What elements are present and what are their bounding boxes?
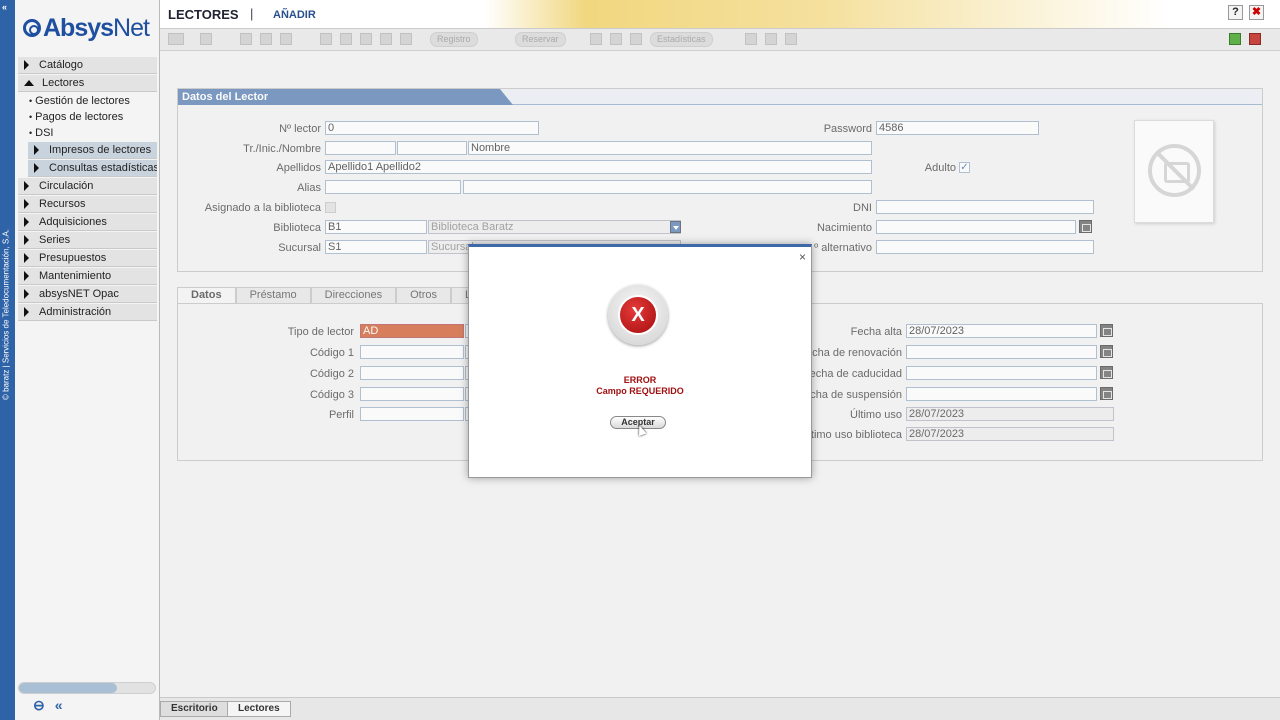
status-tab-lectores[interactable]: Lectores <box>227 701 291 717</box>
error-dialog: × X ERROR Campo REQUERIDO Aceptar <box>468 244 812 478</box>
expand-arrow-icon <box>24 181 29 191</box>
expand-arrow-icon <box>24 199 29 209</box>
status-bar: Escritorio Lectores <box>160 697 1280 720</box>
sidebar-item-administracion[interactable]: Administración <box>18 304 157 321</box>
cancel-icon[interactable] <box>1249 33 1261 45</box>
error-detail: Campo REQUERIDO <box>596 386 684 396</box>
expand-arrow-icon <box>24 271 29 281</box>
sidebar-item-label: Impresos de lectores <box>49 144 152 156</box>
action-title: AÑADIR <box>273 9 316 21</box>
sidebar-item-circulacion[interactable]: Circulación <box>18 178 157 195</box>
sidebar-item-series[interactable]: Series <box>18 232 157 249</box>
toolbar-icon[interactable] <box>240 33 252 45</box>
toolbar-icon[interactable] <box>590 33 602 45</box>
sidebar-item-label: Series <box>39 234 71 246</box>
sidebar-item-catalogo[interactable]: Catálogo <box>18 57 157 74</box>
sidebar-item-consultas[interactable]: Consultas estadísticas de lectores <box>28 160 157 177</box>
sidebar-item-label: Mantenimiento <box>39 270 112 282</box>
toolbar-icon[interactable] <box>610 33 622 45</box>
sidebar-item-presupuestos[interactable]: Presupuestos <box>18 250 157 267</box>
prev-record-icon[interactable] <box>340 33 352 45</box>
sidebar: AbsysNet Catálogo Lectores • Gestión de l… <box>15 0 160 720</box>
last-record-icon[interactable] <box>380 33 392 45</box>
collapse-arrow-icon[interactable]: « <box>2 2 7 12</box>
expand-arrow-icon <box>24 289 29 299</box>
first-record-icon[interactable] <box>320 33 332 45</box>
sidebar-scroll-thumb[interactable] <box>19 683 117 693</box>
toolbar-icon[interactable] <box>260 33 272 45</box>
expand-arrow-icon <box>24 60 29 70</box>
logo-prefix: Absys <box>43 13 114 42</box>
sidebar-item-label: Presupuestos <box>39 252 107 264</box>
expand-arrow-icon <box>34 145 39 155</box>
vertical-credit: © baratz | Servicios de Teledocumentació… <box>1 228 11 401</box>
sidebar-item-label: Adquisiciones <box>39 216 107 228</box>
dialog-close-icon[interactable]: × <box>799 250 806 264</box>
reservar-button[interactable]: Reservar <box>515 32 566 47</box>
sidebar-item-mantenimiento[interactable]: Mantenimiento <box>18 268 157 285</box>
error-title: ERROR <box>623 375 657 385</box>
accept-check-icon[interactable] <box>1229 33 1241 45</box>
sidebar-item-label: Consultas estadísticas de lectores <box>49 162 157 174</box>
sidebar-item-impresos[interactable]: Impresos de lectores <box>28 142 157 159</box>
module-title: LECTORES <box>168 7 239 22</box>
error-message: ERROR Campo REQUERIDO <box>469 375 811 397</box>
estadisticas-button[interactable]: Estadísticas <box>650 32 713 47</box>
error-icon: X <box>608 285 668 345</box>
error-x-glyph: X <box>618 295 658 335</box>
expand-arrow-icon <box>24 253 29 263</box>
sidebar-item-label: absysNET Opac <box>39 288 119 300</box>
expand-arrow-icon <box>24 235 29 245</box>
help-button[interactable]: ? <box>1228 5 1243 20</box>
logo-swirl-icon <box>23 19 41 37</box>
hide-sidebar-icon[interactable]: « <box>55 697 63 714</box>
sidebar-item-adquisiciones[interactable]: Adquisiciones <box>18 214 157 231</box>
toolbar-icon[interactable] <box>765 33 777 45</box>
toolbar-icon[interactable] <box>280 33 292 45</box>
sidebar-subitem-pagos[interactable]: • Pagos de lectores <box>15 109 159 125</box>
sidebar-subitem-label: Gestión de lectores <box>35 95 130 107</box>
toolbar-icon[interactable] <box>200 33 212 45</box>
registro-button[interactable]: Registro <box>430 32 478 47</box>
sidebar-subitem-gestion[interactable]: • Gestión de lectores <box>15 93 159 109</box>
expand-arrow-icon <box>34 163 39 173</box>
expand-arrow-icon <box>24 307 29 317</box>
sidebar-item-label: Lectores <box>42 77 85 89</box>
sidebar-bottom-icons: ⊖ « <box>33 697 63 714</box>
toolbar-icon[interactable] <box>785 33 797 45</box>
toolbar-icon[interactable] <box>745 33 757 45</box>
logo-suffix: Net <box>113 13 150 42</box>
sidebar-item-recursos[interactable]: Recursos <box>18 196 157 213</box>
title-separator: | <box>250 6 254 21</box>
left-collapse-strip: « © baratz | Servicios de Teledocumentac… <box>0 0 15 720</box>
absysnet-logo: AbsysNet <box>15 0 159 56</box>
sidebar-item-label: Administración <box>39 306 112 318</box>
toolbar: Registro Reservar Estadísticas <box>160 29 1280 51</box>
sidebar-item-label: Recursos <box>39 198 86 210</box>
sidebar-subitem-label: DSI <box>35 127 54 139</box>
toolbar-icon[interactable] <box>630 33 642 45</box>
sidebar-item-label: Circulación <box>39 180 94 192</box>
sidebar-subitem-dsi[interactable]: • DSI <box>15 125 159 141</box>
status-tab-escritorio[interactable]: Escritorio <box>160 701 229 717</box>
close-window-button[interactable]: ✖ <box>1249 5 1264 20</box>
expand-arrow-icon <box>24 217 29 227</box>
sidebar-subitem-label: Pagos de lectores <box>35 111 124 123</box>
next-record-icon[interactable] <box>360 33 372 45</box>
toolbar-icon[interactable] <box>400 33 412 45</box>
sidebar-item-label: Catálogo <box>39 59 84 71</box>
header-bar: LECTORES | AÑADIR ? ✖ <box>160 0 1280 29</box>
sidebar-item-opac[interactable]: absysNET Opac <box>18 286 157 303</box>
view-selector-icon[interactable] <box>168 33 184 45</box>
collapse-arrow-icon <box>24 80 34 86</box>
sidebar-item-lectores[interactable]: Lectores <box>18 75 157 92</box>
logout-icon[interactable]: ⊖ <box>33 697 45 714</box>
sidebar-scrollbar[interactable] <box>18 682 156 694</box>
